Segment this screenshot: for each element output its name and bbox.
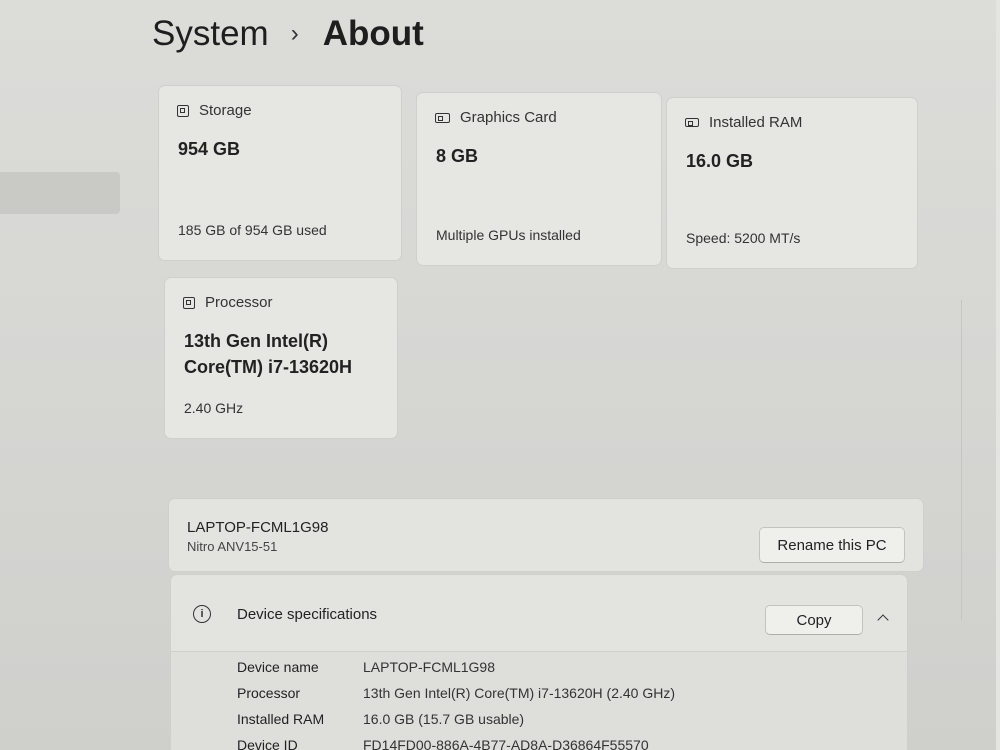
device-specifications-panel: i Device specifications Copy Device name… bbox=[170, 574, 908, 750]
ram-speed: Speed: 5200 MT/s bbox=[686, 230, 801, 246]
window-edge bbox=[996, 0, 1000, 750]
spec-value: LAPTOP-FCML1G98 bbox=[363, 659, 496, 675]
processor-card[interactable]: Processor 13th Gen Intel(R) Core(TM) i7-… bbox=[164, 277, 398, 439]
installed-ram-title: Installed RAM bbox=[709, 114, 803, 131]
storage-usage: 185 GB of 954 GB used bbox=[178, 222, 327, 238]
chevron-up-icon[interactable] bbox=[877, 611, 889, 623]
nav-selected-item[interactable] bbox=[0, 172, 120, 214]
graphics-card-icon bbox=[435, 112, 450, 123]
page-title: About bbox=[322, 14, 424, 53]
spec-label: Installed RAM bbox=[237, 711, 325, 727]
spec-label: Device name bbox=[237, 659, 319, 675]
spec-value: 16.0 GB (15.7 GB usable) bbox=[363, 711, 525, 727]
graphics-card-sub: Multiple GPUs installed bbox=[436, 227, 581, 243]
pc-model: Nitro ANV15-51 bbox=[187, 539, 278, 554]
graphics-card-title: Graphics Card bbox=[460, 109, 557, 126]
spec-value: FD14FD00-886A-4B77-AD8A-D36864F55570 bbox=[363, 737, 649, 750]
storage-card-header: Storage bbox=[177, 102, 252, 119]
graphics-card-value: 8 GB bbox=[436, 146, 479, 166]
rename-pc-button[interactable]: Rename this PC bbox=[759, 527, 905, 563]
ram-icon bbox=[685, 118, 699, 127]
spec-value: 13th Gen Intel(R) Core(TM) i7-13620H (2.… bbox=[363, 685, 675, 701]
scrollbar[interactable] bbox=[961, 300, 976, 620]
breadcrumb-system[interactable]: System bbox=[152, 14, 269, 54]
storage-card[interactable]: Storage 954 GB 185 GB of 954 GB used bbox=[158, 85, 402, 261]
installed-ram-card[interactable]: Installed RAM 16.0 GB Speed: 5200 MT/s bbox=[666, 97, 918, 269]
spec-label: Processor bbox=[237, 685, 301, 701]
processor-speed: 2.40 GHz bbox=[184, 400, 244, 416]
copy-button[interactable]: Copy bbox=[765, 605, 863, 635]
graphics-card-card[interactable]: Graphics Card 8 GB Multiple GPUs install… bbox=[416, 92, 662, 266]
device-name-row: LAPTOP-FCML1G98 Nitro ANV15-51 Rename th… bbox=[168, 498, 924, 572]
installed-ram-value: 16.0 GB bbox=[686, 151, 754, 171]
processor-title: Processor bbox=[205, 294, 273, 311]
storage-value: 954 GB bbox=[178, 139, 241, 159]
storage-icon bbox=[177, 104, 189, 117]
chevron-right-icon: › bbox=[290, 20, 299, 47]
spec-row: Device name LAPTOP-FCML1G98 bbox=[237, 659, 495, 675]
device-specifications-header[interactable]: i Device specifications Copy bbox=[171, 575, 907, 652]
spec-row: Device ID FD14FD00-886A-4B77-AD8A-D36864… bbox=[237, 737, 649, 750]
processor-icon bbox=[183, 296, 195, 309]
pc-name: LAPTOP-FCML1G98 bbox=[187, 519, 329, 536]
spec-label: Device ID bbox=[237, 737, 298, 750]
processor-value: 13th Gen Intel(R) Core(TM) i7-13620H bbox=[184, 331, 353, 377]
processor-header: Processor bbox=[183, 294, 273, 311]
device-specifications-title: Device specifications bbox=[237, 606, 378, 623]
storage-title: Storage bbox=[199, 102, 252, 119]
breadcrumb: System › About bbox=[152, 14, 424, 54]
graphics-card-header: Graphics Card bbox=[435, 109, 557, 126]
installed-ram-header: Installed RAM bbox=[685, 114, 802, 131]
spec-row: Installed RAM 16.0 GB (15.7 GB usable) bbox=[237, 711, 524, 727]
spec-row: Processor 13th Gen Intel(R) Core(TM) i7-… bbox=[237, 685, 675, 701]
info-icon: i bbox=[193, 605, 211, 623]
